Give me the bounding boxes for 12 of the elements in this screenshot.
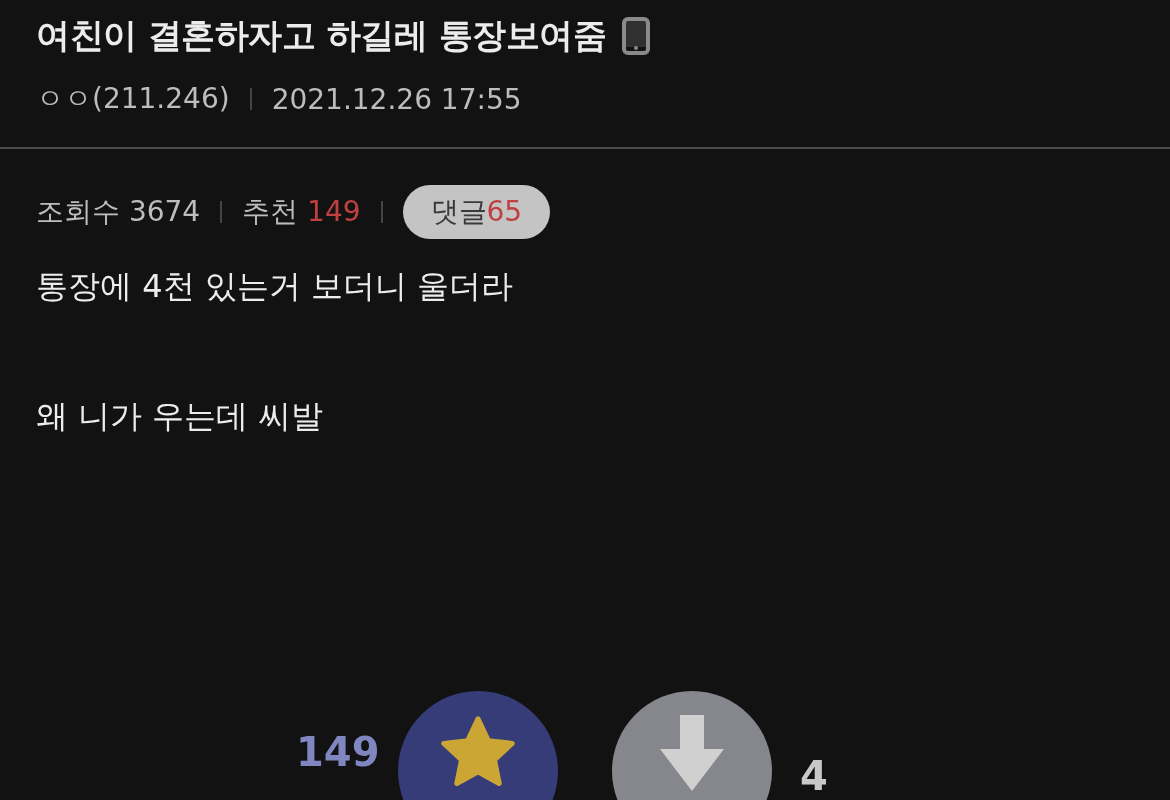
downvote-count: 4 <box>800 753 828 799</box>
upvote-count: 149 <box>296 729 380 775</box>
recommend-count: 추천 149 <box>242 194 361 230</box>
body-paragraph: 왜 니가 우는데 씨발 <box>36 396 324 437</box>
author-name[interactable]: ㅇㅇ(211.246) <box>36 80 230 118</box>
phone-icon <box>622 17 650 55</box>
comments-button[interactable]: 댓글65 <box>402 185 551 239</box>
post-date: 2021.12.26 17:55 <box>271 82 522 116</box>
down-arrow-icon <box>658 713 726 793</box>
post-title: 여친이 결혼하자고 하길레 통장보여줌 <box>36 14 606 57</box>
view-count: 조회수 3674 <box>36 194 201 230</box>
body-paragraph: 통장에 4천 있는거 보더니 울더라 <box>36 266 515 307</box>
